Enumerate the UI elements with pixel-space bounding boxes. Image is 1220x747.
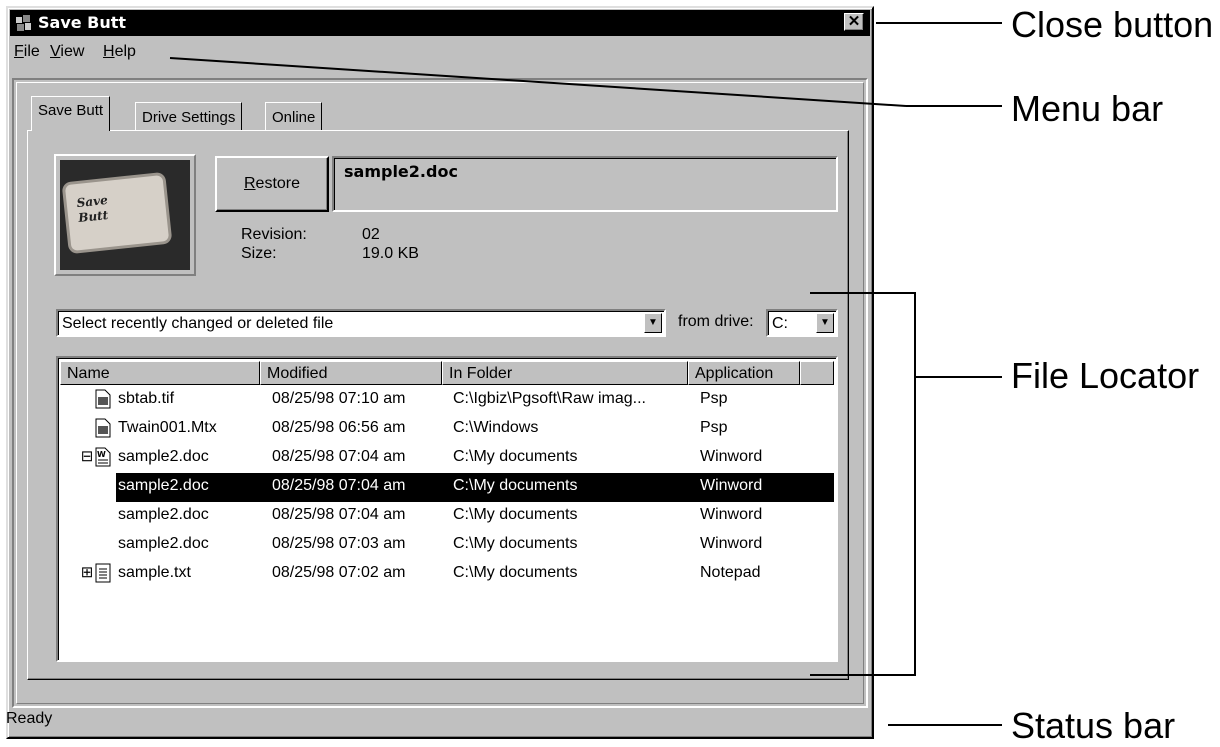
callout-menu-bar: Menu bar bbox=[1011, 88, 1164, 129]
callout-status-bar: Status bar bbox=[1011, 705, 1176, 746]
callout-bracket-bottom bbox=[810, 674, 916, 676]
callout-file-locator: File Locator bbox=[1011, 355, 1200, 396]
tab-save-butt[interactable]: Save Butt bbox=[31, 96, 111, 131]
callout-bracket-top bbox=[810, 292, 916, 294]
callout-bracket-side bbox=[914, 292, 916, 676]
callout-line-locator bbox=[916, 376, 1002, 378]
callout-line-status bbox=[888, 724, 1002, 726]
